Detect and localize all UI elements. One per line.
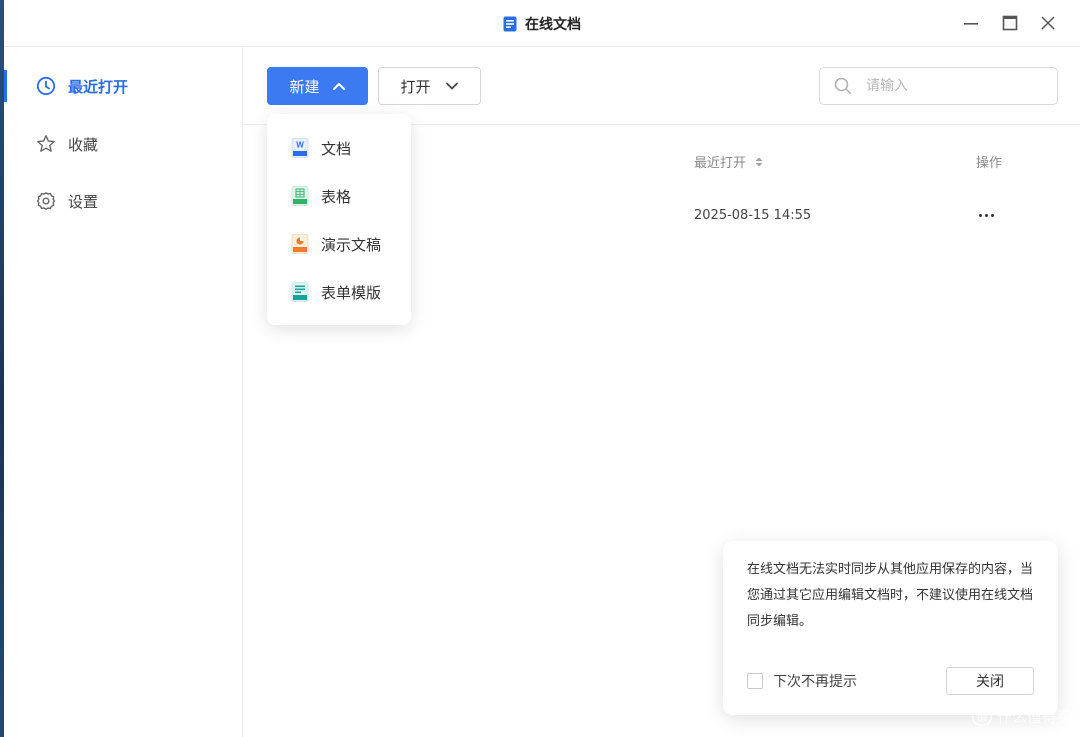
watermark-logo-icon: 值 bbox=[971, 705, 993, 727]
open-button[interactable]: 打开 bbox=[378, 67, 481, 105]
sidebar-item-label: 收藏 bbox=[68, 135, 99, 154]
watermark-text: 什么值得买 bbox=[996, 707, 1072, 726]
minimize-button[interactable] bbox=[960, 12, 982, 34]
close-icon bbox=[1041, 16, 1055, 30]
menu-item-label: 文档 bbox=[321, 139, 352, 158]
toast-message: 在线文档无法实时同步从其他应用保存的内容，当您通过其它应用编辑文档时，不建议使用… bbox=[747, 562, 1034, 629]
more-dot-icon bbox=[990, 213, 994, 217]
star-icon bbox=[36, 134, 56, 154]
more-dot-icon bbox=[984, 213, 988, 217]
window-title: 在线文档 bbox=[525, 16, 581, 33]
dont-show-again-checkbox[interactable] bbox=[747, 673, 763, 689]
toast-close-button[interactable]: 关闭 bbox=[946, 667, 1034, 695]
chevron-down-icon bbox=[445, 82, 458, 90]
sidebar-item-label: 设置 bbox=[68, 192, 99, 211]
sidebar: 最近打开 收藏 设置 bbox=[4, 47, 243, 737]
maximize-icon bbox=[1002, 15, 1018, 31]
sidebar-item-recent[interactable]: 最近打开 bbox=[4, 66, 243, 106]
title-group: 在线文档 bbox=[4, 0, 1080, 47]
new-dropdown-menu: W 文档 表格 演示文稿 表单模版 bbox=[267, 114, 411, 325]
sidebar-item-settings[interactable]: 设置 bbox=[4, 181, 243, 221]
app-window: 在线文档 最近打开 收藏 设置 新建 打开 请输入 最近打开 操作 2025-0… bbox=[4, 0, 1080, 737]
watermark: 值 什么值得买 bbox=[971, 705, 1072, 727]
chevron-up-icon bbox=[332, 83, 345, 90]
open-button-label: 打开 bbox=[400, 77, 431, 96]
clock-icon bbox=[36, 76, 56, 96]
svg-text:W: W bbox=[296, 141, 304, 150]
column-header-last-opened[interactable]: 最近打开 bbox=[694, 152, 764, 171]
sheet-icon bbox=[291, 186, 309, 206]
minimize-icon bbox=[964, 23, 978, 25]
close-window-button[interactable] bbox=[1037, 12, 1059, 34]
sidebar-item-label: 最近打开 bbox=[68, 77, 129, 96]
menu-item-label: 演示文稿 bbox=[321, 235, 382, 254]
column-header-label: 最近打开 bbox=[694, 156, 747, 171]
column-header-label: 操作 bbox=[976, 156, 1003, 171]
sidebar-item-favorites[interactable]: 收藏 bbox=[4, 124, 243, 164]
dont-show-again-label: 下次不再提示 bbox=[773, 674, 857, 690]
menu-item-label: 表单模版 bbox=[321, 283, 382, 302]
menu-item-form-template[interactable]: 表单模版 bbox=[267, 272, 411, 312]
column-header-actions: 操作 bbox=[976, 152, 1002, 171]
menu-item-presentation[interactable]: 演示文稿 bbox=[267, 224, 411, 264]
search-input[interactable] bbox=[866, 78, 1036, 94]
more-dot-icon bbox=[978, 213, 982, 217]
slides-icon bbox=[291, 234, 309, 254]
more-actions-button[interactable] bbox=[974, 205, 998, 225]
form-template-icon bbox=[291, 282, 309, 302]
search-box bbox=[819, 67, 1058, 105]
title-bar: 在线文档 bbox=[4, 0, 1080, 47]
menu-item-document[interactable]: W 文档 bbox=[267, 128, 411, 168]
sync-warning-toast: 在线文档无法实时同步从其他应用保存的内容，当您通过其它应用编辑文档时，不建议使用… bbox=[723, 541, 1058, 715]
row-last-opened-time: 2025-08-15 14:55 bbox=[694, 208, 812, 223]
gear-icon bbox=[36, 191, 56, 211]
new-button-label: 新建 bbox=[289, 77, 320, 96]
menu-item-label: 表格 bbox=[321, 187, 352, 206]
app-logo-icon bbox=[503, 16, 517, 32]
maximize-button[interactable] bbox=[999, 12, 1021, 34]
new-button[interactable]: 新建 bbox=[267, 67, 368, 105]
menu-item-spreadsheet[interactable]: 表格 bbox=[267, 176, 411, 216]
sort-icon bbox=[755, 157, 763, 166]
svg-text:值: 值 bbox=[976, 709, 988, 724]
dont-show-again-option[interactable]: 下次不再提示 bbox=[747, 671, 857, 691]
search-icon bbox=[834, 77, 852, 95]
word-doc-icon: W bbox=[291, 138, 309, 158]
